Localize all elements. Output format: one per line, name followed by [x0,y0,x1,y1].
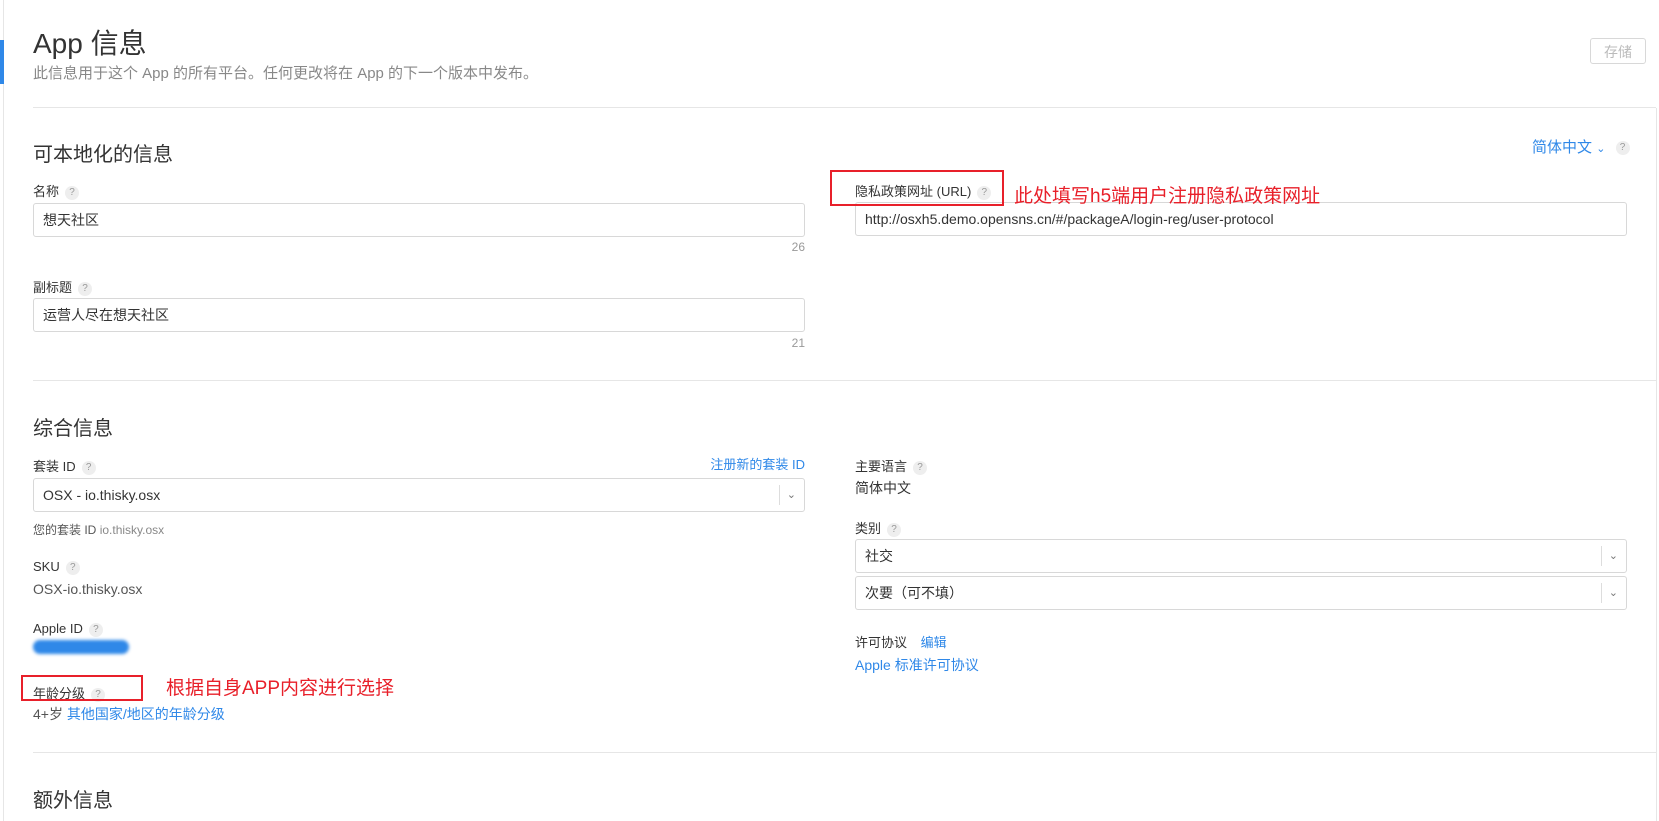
chevron-down-icon: ⌄ [1608,587,1618,599]
question-mark-icon[interactable]: ? [65,560,80,575]
question-mark-icon[interactable]: ? [913,460,928,475]
secondary-category-select[interactable]: 次要（可不填） ⌄ [855,576,1627,610]
select-separator [1601,546,1602,566]
age-rating-annotation: 根据自身APP内容进行选择 [166,678,395,699]
category-label: 类别? [855,518,902,537]
language-selector[interactable]: 简体中文 ⌄ ? [1532,136,1630,157]
other-regions-age-rating-link[interactable]: 其他国家/地区的年龄分级 [67,706,225,722]
question-mark-icon[interactable]: ? [81,460,96,475]
privacy-url-annotation-box [830,170,1004,206]
apple-id-redacted [33,640,129,654]
language-label: 简体中文 [1532,139,1593,156]
question-mark-icon[interactable]: ? [1615,141,1630,156]
primary-category-select[interactable]: 社交 ⌄ [855,539,1627,573]
license-label: 许可协议 [855,635,908,650]
right-border [1656,108,1657,821]
primary-category-selected: 社交 [865,548,893,564]
register-bundle-id-link[interactable]: 注册新的套装 ID [680,454,805,473]
age-rating-value: 4+岁 其他国家/地区的年龄分级 [33,706,225,722]
save-button[interactable]: 存储 [1590,38,1646,64]
left-border [3,0,4,821]
chevron-down-icon: ⌄ [786,489,796,501]
secondary-category-selected: 次要（可不填） [865,585,963,601]
page-title: App 信息 [33,28,147,59]
select-separator [779,485,780,505]
divider [33,380,1656,381]
subtitle-label: 副标题? [33,277,93,296]
primary-language-label: 主要语言? [855,456,928,475]
your-bundle-id: 您的套装 ID io.thisky.osx [33,523,165,537]
name-input[interactable]: 想天社区 [33,203,805,237]
page-subtitle: 此信息用于这个 App 的所有平台。任何更改将在 App 的下一个版本中发布。 [33,65,539,82]
name-char-counter: 26 [791,240,805,254]
question-mark-icon[interactable]: ? [78,281,93,296]
section-title-localizable: 可本地化的信息 [33,144,173,166]
active-nav-indicator [0,40,4,84]
privacy-url-annotation: 此处填写h5端用户注册隐私政策网址 [1014,186,1321,207]
license-edit-link[interactable]: 编辑 [921,635,947,650]
bundle-id-select[interactable]: OSX - io.thisky.osx ⌄ [33,478,805,512]
chevron-down-icon: ⌄ [1596,143,1606,155]
divider [33,752,1656,753]
question-mark-icon[interactable]: ? [65,185,80,200]
question-mark-icon[interactable]: ? [88,622,103,637]
sku-value: OSX-io.thisky.osx [33,581,143,597]
chevron-down-icon: ⌄ [1608,550,1618,562]
bundle-id-selected: OSX - io.thisky.osx [43,487,161,503]
subtitle-input[interactable]: 运营人尽在想天社区 [33,298,805,332]
divider [33,107,1656,108]
apple-id-label: Apple ID? [33,621,103,637]
select-separator [1601,583,1602,603]
sku-label: SKU? [33,559,80,575]
question-mark-icon[interactable]: ? [887,522,902,537]
name-label: 名称? [33,181,80,200]
age-rating-annotation-box [21,675,143,701]
subtitle-char-counter: 21 [791,336,805,350]
section-title-general: 综合信息 [33,418,113,440]
standard-license-link[interactable]: Apple 标准许可协议 [855,655,979,675]
bundle-id-label: 套装 ID? [33,456,96,475]
primary-language-value: 简体中文 [855,480,911,496]
section-title-extra: 额外信息 [33,790,113,812]
license-label-row: 许可协议 编辑 [855,632,947,651]
